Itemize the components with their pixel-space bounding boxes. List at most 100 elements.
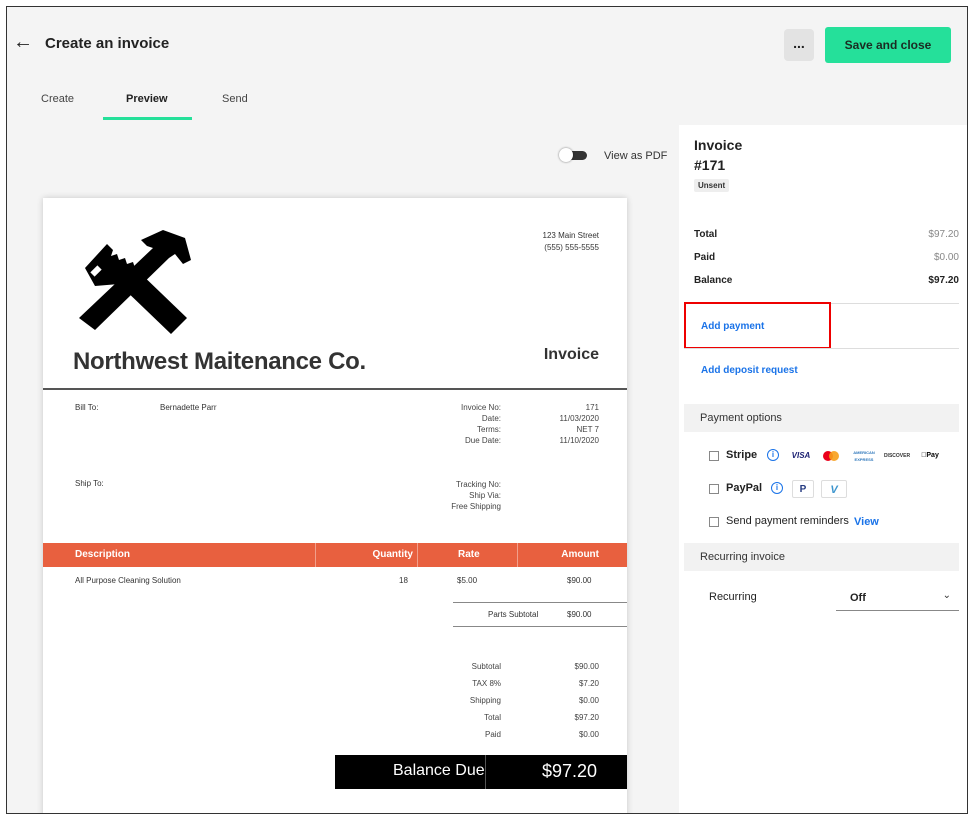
ship-to-label: Ship To: xyxy=(75,479,104,488)
parts-subtotal-value: $90.00 xyxy=(567,610,592,619)
item-amount: $90.00 xyxy=(567,576,592,585)
meta-labels: Invoice No: Date: Terms: Due Date: xyxy=(461,402,501,446)
total-label: Total xyxy=(484,713,501,722)
tab-preview[interactable]: Preview xyxy=(126,93,168,105)
visa-card-icon: VISA xyxy=(791,451,811,460)
total-value: $97.20 xyxy=(574,713,599,722)
tax-label: TAX 8% xyxy=(472,679,501,688)
stripe-label: Stripe xyxy=(726,449,758,461)
view-as-pdf-label: View as PDF xyxy=(604,150,668,162)
paid-value: $0.00 xyxy=(933,252,959,263)
ship-via-label: Ship Via: xyxy=(469,491,501,500)
add-deposit-request-link[interactable]: Add deposit request xyxy=(701,365,798,376)
top-bar: ← Create an invoice ... Save and close C… xyxy=(7,7,967,125)
recurring-selected-value: Off xyxy=(850,592,866,604)
divider xyxy=(43,388,627,390)
recurring-invoice-header: Recurring invoice xyxy=(684,543,959,571)
stripe-info-icon[interactable]: i xyxy=(767,449,779,461)
highlight-box xyxy=(684,302,831,349)
phone-line: (555) 555-5555 xyxy=(544,243,599,252)
payment-options-header: Payment options xyxy=(684,404,959,432)
divider xyxy=(684,348,959,349)
status-badge: Unsent xyxy=(694,179,730,192)
subtotal-divider-bottom xyxy=(453,626,627,627)
total-value: $97.20 xyxy=(928,229,959,240)
col-description: Description xyxy=(75,549,131,560)
venmo-logo-icon: V xyxy=(821,480,847,498)
invoice-document: 123 Main Street (555) 555-5555 Northwest… xyxy=(43,198,627,813)
paid-label: Paid xyxy=(484,730,501,739)
page-title: Create an invoice xyxy=(45,35,170,52)
apple-pay-label: Pay xyxy=(923,452,938,459)
date-value: 11/03/2020 xyxy=(559,414,599,423)
bill-to-label: Bill To: xyxy=(75,403,99,412)
toggle-knob xyxy=(559,148,573,162)
col-separator xyxy=(417,543,418,567)
paypal-checkbox[interactable] xyxy=(709,484,719,494)
item-quantity: 18 xyxy=(399,576,408,585)
date-label: Date: xyxy=(481,414,501,423)
stripe-checkbox[interactable] xyxy=(709,451,719,461)
recurring-invoice-title: Recurring invoice xyxy=(700,551,785,563)
payment-reminders-label: Send payment reminders xyxy=(726,515,849,527)
paid-value: $0.00 xyxy=(578,730,599,739)
discover-card-icon: DISCOVER xyxy=(883,453,911,459)
paid-label: Paid xyxy=(694,252,716,263)
document-heading: Invoice xyxy=(543,346,599,363)
recurring-label: Recurring xyxy=(709,591,757,603)
sidebar-title: Invoice xyxy=(694,137,743,153)
col-amount: Amount xyxy=(561,549,599,560)
payment-options-title: Payment options xyxy=(700,412,782,424)
free-shipping-label: Free Shipping xyxy=(451,502,501,511)
invoice-sidebar: Invoice #171 Unsent Total $97.20 Paid $0… xyxy=(679,125,967,813)
shipping-value: $0.00 xyxy=(578,696,599,705)
view-as-pdf-toggle[interactable] xyxy=(559,148,589,162)
item-description: All Purpose Cleaning Solution xyxy=(75,576,181,585)
apple-pay-icon: Pay xyxy=(915,449,945,463)
more-options-button[interactable]: ... xyxy=(784,29,814,61)
due-date-label: Due Date: xyxy=(464,436,501,445)
items-table-header: Description Quantity Rate Amount xyxy=(43,543,627,567)
terms-value: NET 7 xyxy=(576,425,599,434)
company-address: 123 Main Street (555) 555-5555 xyxy=(543,230,599,254)
paypal-info-icon[interactable]: i xyxy=(771,482,783,494)
col-rate: Rate xyxy=(458,549,480,560)
mastercard-icon xyxy=(819,449,843,463)
paypal-logo-icon: P xyxy=(792,480,814,498)
recurring-select[interactable]: Off ⌄ xyxy=(836,585,959,611)
chevron-down-icon: ⌄ xyxy=(942,590,951,601)
due-date-value: 11/10/2020 xyxy=(559,436,599,445)
subtotal-divider xyxy=(453,602,627,603)
payment-reminders-checkbox[interactable] xyxy=(709,517,719,527)
balance-due-value: $97.20 xyxy=(541,761,597,781)
tab-create[interactable]: Create xyxy=(41,93,74,105)
payment-reminders-view-link[interactable]: View xyxy=(854,516,879,528)
balance-due-label: Balance Due xyxy=(393,762,485,779)
arrow-left-icon[interactable]: ← xyxy=(13,31,35,53)
totals-labels: Subtotal TAX 8% Shipping Total Paid xyxy=(470,658,501,743)
invoice-number: #171 xyxy=(694,157,726,173)
tax-value: $7.20 xyxy=(578,679,599,688)
app-window: ← Create an invoice ... Save and close C… xyxy=(6,6,968,814)
bill-to-name: Bernadette Parr xyxy=(160,403,217,412)
mastercard-circles-icon xyxy=(823,451,839,461)
balance-separator xyxy=(485,755,486,789)
company-name: Northwest Maitenance Co. xyxy=(73,348,366,375)
balance-due-box: Balance Due $97.20 xyxy=(335,755,627,789)
col-separator xyxy=(517,543,518,567)
subtotal-label: Subtotal xyxy=(471,662,501,671)
balance-value: $97.20 xyxy=(928,275,959,286)
total-label: Total xyxy=(694,229,718,240)
shipping-label: Shipping xyxy=(469,696,501,705)
item-rate: $5.00 xyxy=(457,576,478,585)
parts-subtotal-label: Parts Subtotal xyxy=(488,610,539,619)
terms-label: Terms: xyxy=(477,425,501,434)
amex-card-icon: AMERICAN EXPRESS xyxy=(853,450,875,462)
save-and-close-button[interactable]: Save and close xyxy=(825,27,951,63)
invoice-no-value: 171 xyxy=(585,403,599,412)
tab-send[interactable]: Send xyxy=(222,93,248,105)
subtotal-value: $90.00 xyxy=(574,662,599,671)
invoice-no-label: Invoice No: xyxy=(460,403,501,412)
tools-logo-icon xyxy=(79,230,191,334)
preview-area: View as PDF 123 Main Street (555) 555-55… xyxy=(7,125,679,813)
